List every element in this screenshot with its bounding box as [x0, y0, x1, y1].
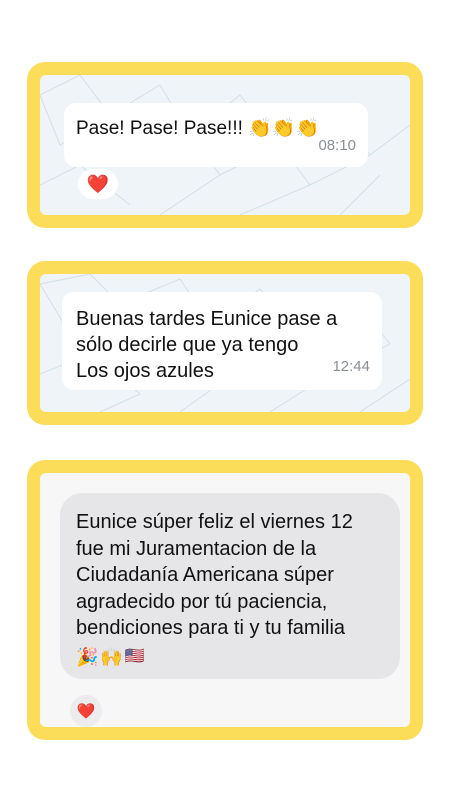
message-line-4: agradecido por tú paciencia,	[76, 590, 328, 613]
message-line-5: bendiciones para ti y tu familia	[76, 617, 346, 639]
heart-reaction[interactable]: ❤️	[68, 693, 104, 727]
dm-background: Eunice súper feliz el viernes 12 fue mi …	[40, 473, 410, 727]
emoji-row: 🎉 🙌 🇺🇸	[76, 644, 390, 671]
message-line-3: Ciudadanía Americana súper	[76, 564, 334, 586]
message-line-3: Los ojos azules	[76, 360, 214, 382]
chat-background: Buenas tardes Eunice pase a sólo decirle…	[40, 274, 410, 412]
message-line-2: sólo decirle que ya tengo	[76, 334, 299, 356]
message-time: 12:44	[332, 358, 370, 375]
message-time: 08:10	[318, 137, 356, 154]
message-card-1: Pase! Pase! Pase!!! 👏👏👏 08:10 ❤️	[27, 62, 423, 228]
message-card-2: Buenas tardes Eunice pase a sólo decirle…	[27, 261, 423, 425]
message-line-1: Eunice súper feliz el viernes 12	[76, 511, 353, 533]
message-card-3: Eunice súper feliz el viernes 12 fue mi …	[27, 460, 423, 740]
dm-message-bubble[interactable]: Eunice súper feliz el viernes 12 fue mi …	[60, 493, 400, 679]
party-popper-emoji: 🎉	[76, 646, 99, 667]
message-line-2: fue mi Juramentacion de la	[76, 537, 317, 560]
us-flag-emoji: 🇺🇸	[124, 647, 145, 665]
message-bubble[interactable]: Buenas tardes Eunice pase a sólo decirle…	[62, 292, 382, 390]
heart-reaction[interactable]: ❤️	[78, 169, 118, 199]
heart-reaction-icon: ❤️	[76, 703, 96, 720]
chat-background: Pase! Pase! Pase!!! 👏👏👏 08:10 ❤️	[40, 75, 410, 215]
raised-hands-emoji: 🙌	[100, 646, 123, 667]
message-bubble[interactable]: Pase! Pase! Pase!!! 👏👏👏 08:10	[64, 103, 368, 167]
heart-reaction-icon: ❤️	[86, 173, 110, 194]
message-text: Pase! Pase! Pase!!! 👏👏👏	[76, 118, 320, 139]
message-line-1: Buenas tardes Eunice pase a	[76, 308, 338, 330]
